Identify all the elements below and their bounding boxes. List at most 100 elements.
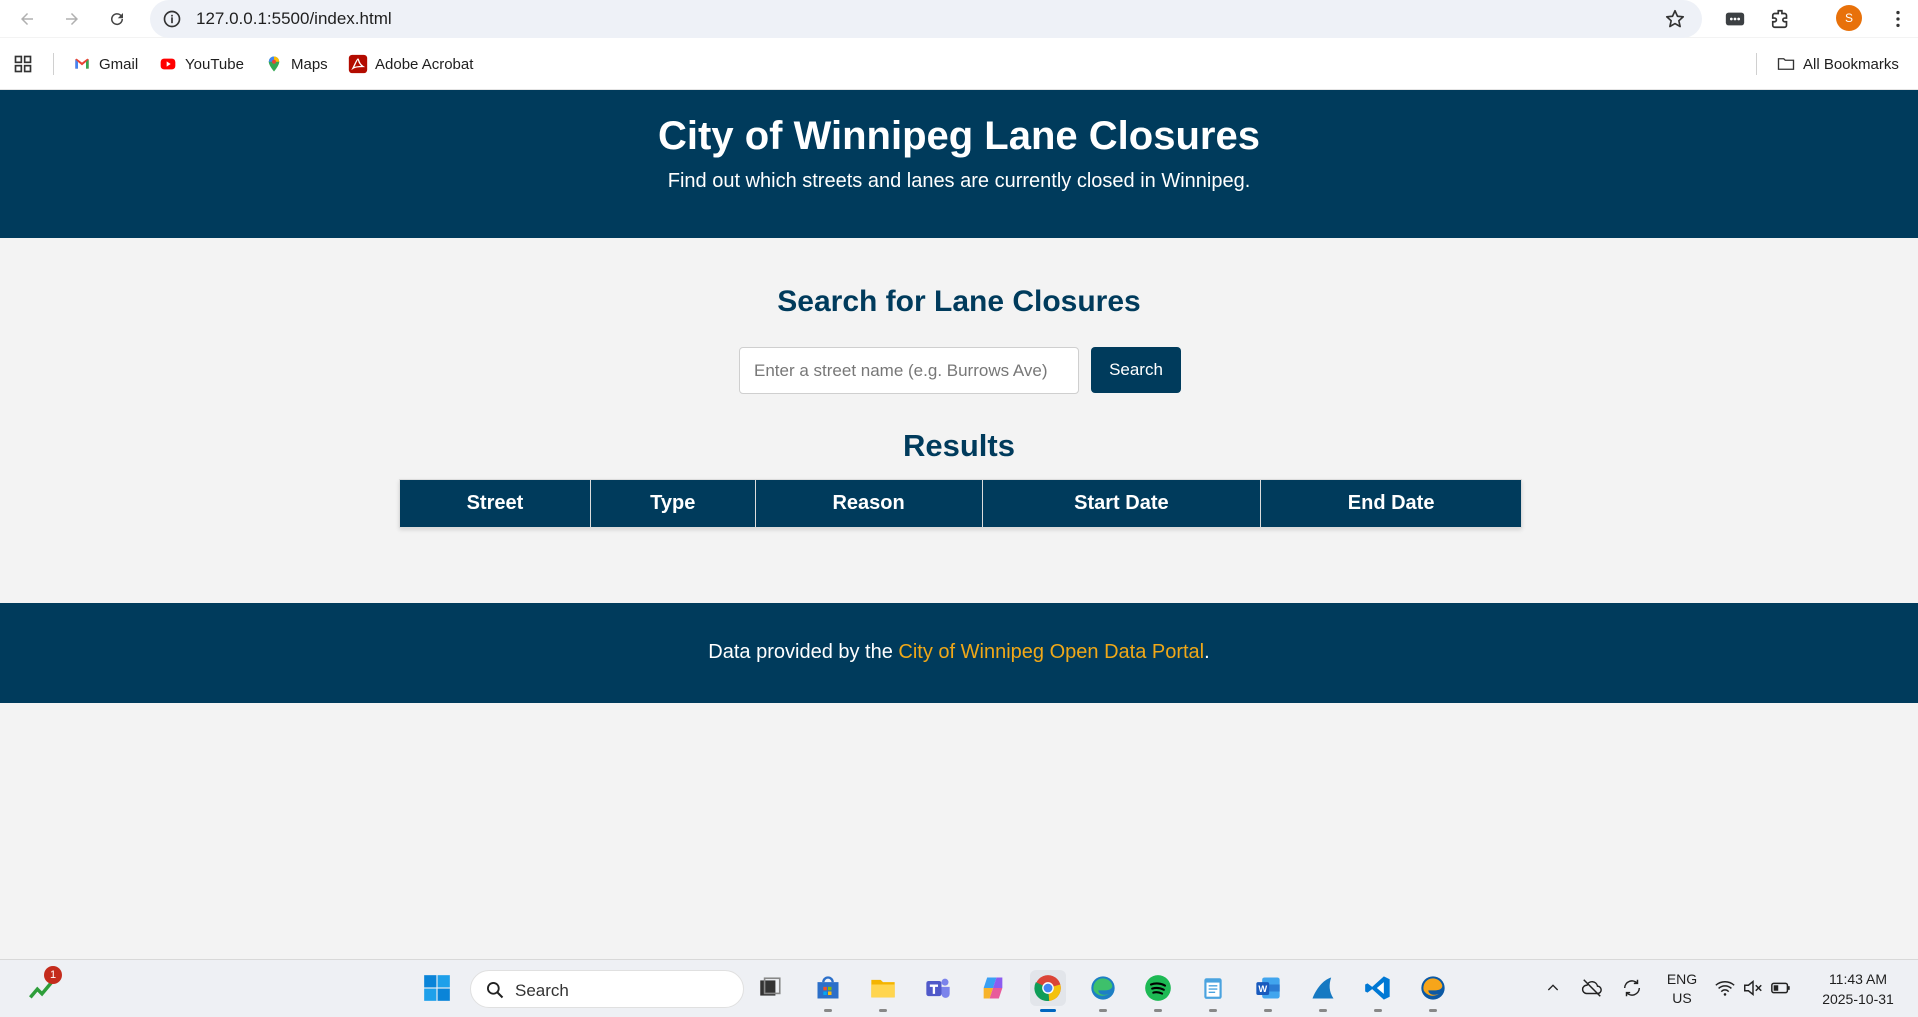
taskbar-task-view[interactable] — [752, 970, 788, 1006]
sync-icon — [1623, 979, 1641, 997]
taskbar-edge[interactable] — [1085, 970, 1121, 1012]
arrow-right-icon — [66, 13, 78, 25]
svg-text:W: W — [1258, 984, 1267, 994]
taskbar-chrome[interactable] — [1030, 970, 1066, 1012]
site-info-icon[interactable] — [162, 9, 182, 29]
bookmarks-divider — [1756, 53, 1757, 75]
volume-muted-icon — [1744, 980, 1762, 996]
teams-icon — [926, 978, 950, 998]
copilot-icon — [983, 977, 1003, 999]
language-code: ENG — [1666, 971, 1698, 987]
taskbar-file-explorer[interactable] — [865, 970, 901, 1012]
column-header-reason: Reason — [754, 479, 983, 528]
taskbar-store[interactable] — [810, 970, 846, 1012]
clock-date: 2025-10-31 — [1822, 991, 1894, 1007]
menu-icon[interactable] — [1886, 7, 1910, 31]
running-indicator — [1209, 1009, 1217, 1012]
notepad-icon — [1204, 978, 1222, 999]
open-data-portal-link[interactable]: City of Winnipeg Open Data Portal — [898, 641, 1204, 663]
os-taskbar: 1 Search W ENG US 11:43 AM 2025-10-31 — [0, 959, 1918, 1017]
back-button[interactable] — [12, 4, 42, 34]
address-bar[interactable]: 127.0.0.1:5500/index.html — [150, 0, 1702, 38]
arrow-left-icon — [21, 13, 33, 25]
windows-logo-icon — [424, 975, 450, 1001]
taskbar-word[interactable]: W — [1250, 970, 1286, 1012]
wireshark-fin-icon — [1312, 977, 1334, 999]
taskbar-vscode[interactable] — [1360, 970, 1396, 1012]
folder-icon — [871, 979, 895, 998]
acrobat-icon — [348, 54, 368, 74]
running-indicator — [1319, 1009, 1327, 1012]
results-table: Street Type Reason Start Date End Date — [399, 479, 1522, 528]
word-icon: W — [1256, 977, 1280, 999]
reload-icon — [111, 13, 124, 26]
bookmark-youtube[interactable]: YouTube — [158, 53, 244, 75]
running-indicator — [879, 1009, 887, 1012]
running-indicator — [1154, 1009, 1162, 1012]
region-code: US — [1672, 990, 1692, 1006]
running-indicator — [824, 1009, 832, 1012]
all-bookmarks-button[interactable]: All Bookmarks — [1776, 53, 1899, 75]
profile-avatar[interactable]: S — [1836, 5, 1862, 31]
column-header-street: Street — [399, 479, 591, 528]
bookmark-gmail[interactable]: Gmail — [72, 53, 138, 75]
running-indicator — [1264, 1009, 1272, 1012]
stocks-widget[interactable]: 1 — [24, 966, 62, 1006]
page-header: City of Winnipeg Lane Closures Find out … — [0, 90, 1918, 238]
column-header-start-date: Start Date — [981, 479, 1262, 528]
column-header-type: Type — [589, 479, 756, 528]
url-text[interactable]: 127.0.0.1:5500/index.html — [196, 9, 392, 29]
taskbar-wireshark[interactable] — [1305, 970, 1341, 1012]
taskbar-notepad[interactable] — [1195, 970, 1231, 1012]
page-subtitle: Find out which streets and lanes are cur… — [667, 170, 1251, 192]
system-clock[interactable]: 11:43 AM 2025-10-31 — [1808, 969, 1908, 1009]
wifi-icon — [1715, 981, 1735, 996]
show-hidden-icons-button[interactable] — [1535, 970, 1571, 1006]
bookmark-label: Adobe Acrobat — [375, 55, 474, 73]
page-footer: Data provided by the City of Winnipeg Op… — [0, 603, 1918, 703]
edge-icon — [1091, 976, 1115, 1000]
taskbar-teams[interactable] — [920, 970, 956, 1006]
chevron-up-icon — [1547, 984, 1559, 991]
taskbar-search-label: Search — [515, 981, 569, 1000]
search-heading: Search for Lane Closures — [777, 285, 1141, 318]
all-bookmarks-label: All Bookmarks — [1803, 55, 1899, 73]
gmail-icon — [72, 54, 92, 74]
cloud-offline-icon — [1581, 979, 1602, 997]
running-indicator — [1099, 1009, 1107, 1012]
running-indicator — [1374, 1009, 1382, 1012]
taskbar-search[interactable]: Search — [470, 970, 744, 1008]
maps-icon — [264, 54, 284, 74]
bookmark-adobe-acrobat[interactable]: Adobe Acrobat — [348, 53, 473, 75]
taskbar-spotify[interactable] — [1140, 970, 1176, 1012]
edge-dev-icon — [1421, 976, 1445, 1000]
folder-icon — [1776, 54, 1796, 74]
bookmarks-divider — [53, 53, 54, 75]
forward-button[interactable] — [57, 4, 87, 34]
store-icon — [817, 976, 839, 999]
extensions-icon[interactable] — [1769, 7, 1793, 31]
bookmark-label: Gmail — [99, 55, 139, 73]
notification-badge: 1 — [44, 966, 62, 984]
table-header-row: Street Type Reason Start Date End Date — [399, 479, 1522, 528]
start-button[interactable] — [419, 970, 455, 1006]
apps-button[interactable] — [13, 53, 33, 75]
footer-prefix: Data provided by the — [708, 641, 899, 663]
running-indicator — [1429, 1009, 1437, 1012]
tray-sync[interactable] — [1614, 970, 1650, 1006]
bookmark-star-icon[interactable] — [1664, 8, 1686, 30]
column-header-end-date: End Date — [1260, 479, 1522, 528]
street-search-input[interactable] — [739, 347, 1079, 394]
bookmark-maps[interactable]: Maps — [264, 53, 328, 75]
taskbar-copilot[interactable] — [975, 970, 1011, 1006]
tray-quick-settings[interactable] — [1710, 970, 1796, 1006]
password-manager-icon[interactable] — [1723, 7, 1747, 31]
search-button[interactable]: Search — [1091, 347, 1181, 393]
tray-onedrive[interactable] — [1574, 970, 1610, 1006]
active-indicator — [1040, 1009, 1056, 1012]
taskbar-edge-dev[interactable] — [1415, 970, 1451, 1012]
input-language[interactable]: ENG US — [1660, 970, 1704, 1008]
reload-button[interactable] — [102, 4, 132, 34]
results-heading: Results — [903, 428, 1015, 463]
page-title: City of Winnipeg Lane Closures — [658, 114, 1260, 158]
